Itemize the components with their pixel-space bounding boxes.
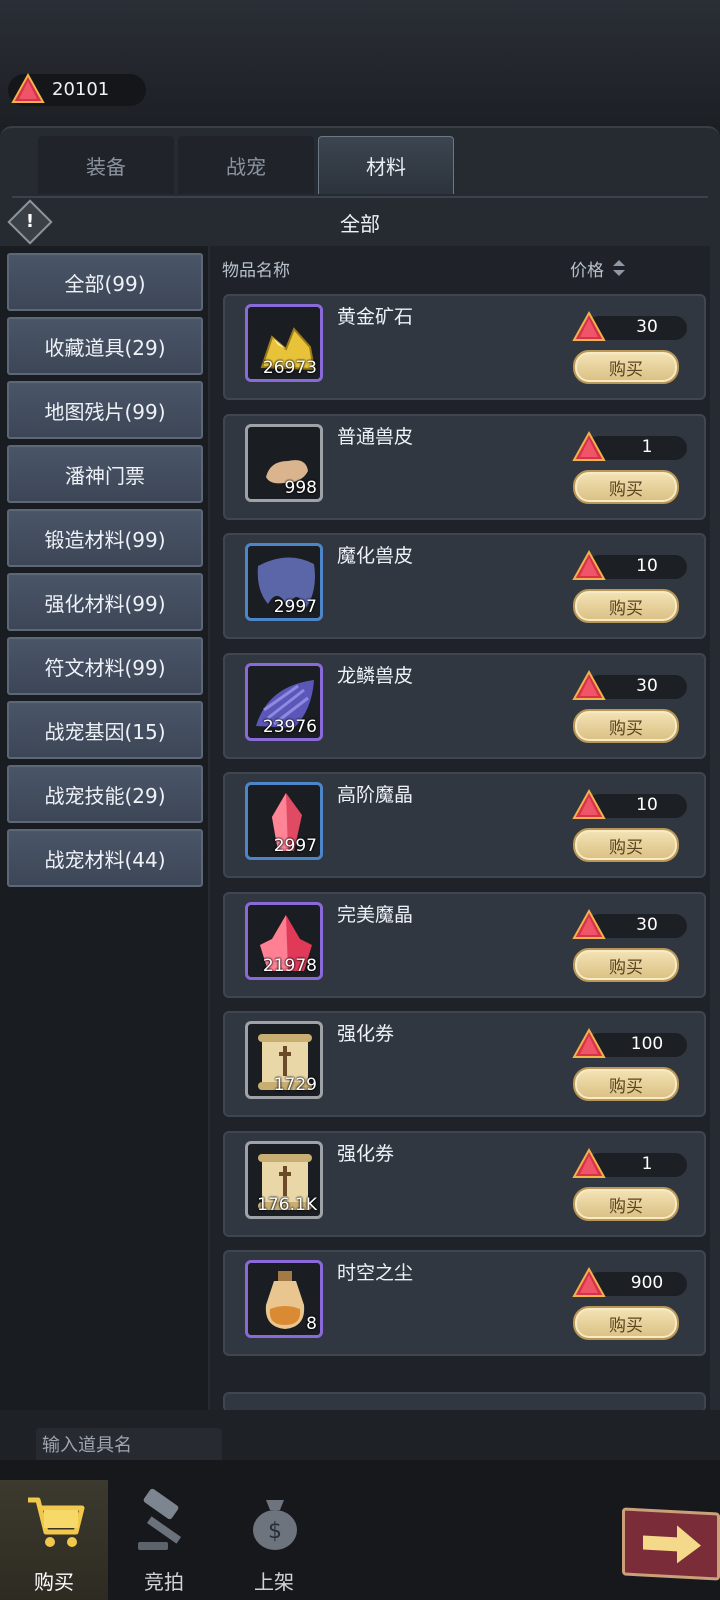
tab-materials[interactable]: 材料 <box>318 136 454 194</box>
top-bar <box>0 0 720 128</box>
tab-divider <box>12 196 708 198</box>
list-item[interactable]: 2997 魔化兽皮 10 购买 <box>223 533 706 639</box>
buy-button[interactable]: 购买 <box>573 1187 679 1221</box>
ruby-gem-icon <box>572 310 606 341</box>
buy-button[interactable]: 购买 <box>573 470 679 504</box>
ruby-gem-icon <box>572 549 606 580</box>
list-item[interactable]: 1729 强化券 100 购买 <box>223 1011 706 1117</box>
category-pet-skills[interactable]: 战宠技能(29) <box>7 765 203 823</box>
item-name: 强化券 <box>337 1023 395 1045</box>
item-name: 时空之尘 <box>337 1262 414 1284</box>
list-item[interactable]: 23976 龙鳞兽皮 30 购买 <box>223 653 706 759</box>
item-slot[interactable]: 2997 <box>245 782 323 860</box>
list-item[interactable]: 26973 黄金矿石 30 购买 <box>223 294 706 400</box>
item-name: 黄金矿石 <box>337 306 414 328</box>
search-input[interactable] <box>36 1428 222 1462</box>
buy-button[interactable]: 购买 <box>573 350 679 384</box>
column-header-name: 物品名称 <box>222 261 290 281</box>
tab-bar: 装备 战宠 材料 <box>38 136 454 194</box>
item-name: 高阶魔晶 <box>337 784 414 806</box>
tab-pets[interactable]: 战宠 <box>178 136 314 194</box>
category-map-fragments[interactable]: 地图残片(99) <box>7 381 203 439</box>
item-slot[interactable]: 176.1K <box>245 1141 323 1219</box>
list-item[interactable]: 8 时空之尘 900 购买 <box>223 1250 706 1356</box>
ruby-gem-icon <box>572 430 606 461</box>
list-item[interactable]: 2997 高阶魔晶 10 购买 <box>223 772 706 878</box>
item-quantity: 26973 <box>262 358 317 378</box>
item-slot[interactable]: 1729 <box>245 1021 323 1099</box>
nav-list-item[interactable]: $ 上架 <box>220 1480 328 1600</box>
list-item-partial <box>223 1392 706 1412</box>
nav-buy-label: 购买 <box>34 1570 74 1594</box>
category-all[interactable]: 全部(99) <box>7 253 203 311</box>
ruby-gem-icon <box>572 1147 606 1178</box>
category-pet-genes[interactable]: 战宠基因(15) <box>7 701 203 759</box>
category-pan-tickets[interactable]: 潘神门票 <box>7 445 203 503</box>
item-quantity: 176.1K <box>257 1195 317 1215</box>
buy-button[interactable]: 购买 <box>573 709 679 743</box>
tab-equipment[interactable]: 装备 <box>38 136 174 194</box>
item-slot[interactable]: 21978 <box>245 902 323 980</box>
list-item[interactable]: 21978 完美魔晶 30 购买 <box>223 892 706 998</box>
category-rune-materials[interactable]: 符文材料(99) <box>7 637 203 695</box>
bottom-nav <box>0 1460 720 1600</box>
nav-auction-label: 竞拍 <box>144 1570 184 1594</box>
item-quantity: 23976 <box>262 717 317 737</box>
ruby-gem-icon <box>11 72 45 103</box>
buy-button[interactable]: 购买 <box>573 1067 679 1101</box>
item-name: 魔化兽皮 <box>337 545 414 567</box>
item-quantity: 21978 <box>262 956 317 976</box>
column-header-price[interactable]: 价格 <box>570 256 604 281</box>
buy-button[interactable]: 购买 <box>573 948 679 982</box>
buy-button[interactable]: 购买 <box>573 589 679 623</box>
ruby-gem-icon <box>572 908 606 939</box>
ruby-gem-icon <box>572 1266 606 1297</box>
item-name: 完美魔晶 <box>337 904 414 926</box>
item-slot[interactable]: 2997 <box>245 543 323 621</box>
item-slot[interactable]: 26973 <box>245 304 323 382</box>
currency-display: 20101 <box>8 72 146 106</box>
item-quantity: 2997 <box>273 836 317 856</box>
nav-list-item-label: 上架 <box>254 1570 294 1594</box>
item-slot[interactable]: 23976 <box>245 663 323 741</box>
buy-button[interactable]: 购买 <box>573 1306 679 1340</box>
item-quantity: 998 <box>284 478 317 498</box>
item-name: 龙鳞兽皮 <box>337 665 414 687</box>
auction-hammer-icon <box>138 1488 182 1550</box>
item-slot[interactable]: 998 <box>245 424 323 502</box>
item-quantity: 1729 <box>273 1075 317 1095</box>
category-forging-materials[interactable]: 锻造材料(99) <box>7 509 203 567</box>
arrow-right-icon <box>643 1525 701 1564</box>
item-slot[interactable]: 8 <box>245 1260 323 1338</box>
section-title: 全部 <box>340 212 380 236</box>
shopping-cart-icon <box>28 1497 85 1547</box>
ruby-gem-icon <box>572 1027 606 1058</box>
category-collectibles[interactable]: 收藏道具(29) <box>7 317 203 375</box>
sort-icon[interactable] <box>612 258 626 278</box>
ruby-gem-icon <box>572 669 606 700</box>
next-arrow-button[interactable] <box>622 1507 720 1581</box>
list-item[interactable]: 176.1K 强化券 1 购买 <box>223 1131 706 1237</box>
svg-text:$: $ <box>268 1519 282 1544</box>
item-name: 强化券 <box>337 1143 395 1165</box>
buy-button[interactable]: 购买 <box>573 828 679 862</box>
category-pet-materials[interactable]: 战宠材料(44) <box>7 829 203 887</box>
item-quantity: 2997 <box>273 597 317 617</box>
ruby-gem-icon <box>572 788 606 819</box>
nav-buy[interactable]: 购买 <box>0 1480 108 1600</box>
list-item[interactable]: 998 普通兽皮 1 购买 <box>223 414 706 520</box>
item-quantity: 8 <box>306 1314 317 1334</box>
item-name: 普通兽皮 <box>337 426 414 448</box>
currency-amount: 20101 <box>52 79 110 100</box>
nav-auction[interactable]: 竞拍 <box>110 1480 218 1600</box>
money-bag-icon: $ <box>253 1500 297 1550</box>
category-enhance-materials[interactable]: 强化材料(99) <box>7 573 203 631</box>
